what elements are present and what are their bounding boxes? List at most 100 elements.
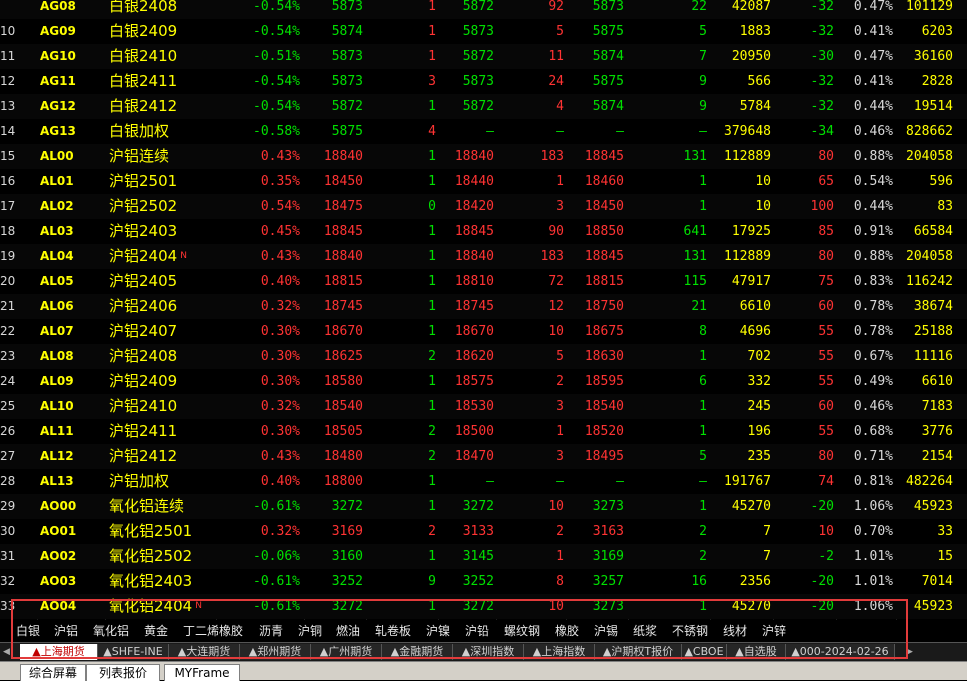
market-tab[interactable]: ▲金融期货 (382, 644, 453, 660)
sub-category-item[interactable]: 轧卷板 (375, 620, 411, 642)
sub-category-item[interactable]: 丁二烯橡胶 (183, 620, 243, 642)
quote-row[interactable]: 19 AL04 0.43% 18840 1 18840 183 18845 131 112889 8… (0, 244, 967, 269)
sub-category-item[interactable]: 白银 (16, 620, 40, 642)
quote-row[interactable]: 15 AL00 0.43% 18840 1 18840 183 18845 131 112889 8… (0, 144, 967, 169)
sub-category-item[interactable]: 线材 (723, 620, 747, 642)
contract-code: AL11 (40, 424, 74, 438)
ask-volume: 1 (699, 174, 707, 189)
change-percent: -0.61% (253, 499, 300, 514)
market-tab[interactable]: ▲SHFE-INE (98, 644, 169, 660)
quote-row[interactable]: 33 AO04 -0.61% 3272 1 3272 10 3273 1 45270 -20 1.06… (0, 594, 967, 619)
quote-row[interactable]: 10 AG09 -0.54% 5874 1 5873 5 5875 5 1883 -32 0.41% 6… (0, 19, 967, 44)
quote-row[interactable]: 22 AL07 0.30% 18670 1 18670 10 18675 8 4696 55 0.78… (0, 319, 967, 344)
quote-row[interactable]: 23 AL08 0.30% 18625 2 18620 5 18630 1 702 55 0.67% 1… (0, 344, 967, 369)
quote-row[interactable]: 24 AL09 0.30% 18580 1 18575 2 18595 6 332 55 0.49% 6… (0, 369, 967, 394)
contract-code: AL05 (40, 274, 74, 288)
bid-volume: 5 (556, 349, 564, 364)
ask-price: – (616, 124, 624, 139)
quote-row[interactable]: 26 AL11 0.30% 18505 2 18500 1 18520 1 196 55 0.68% 3… (0, 419, 967, 444)
sub-category-item[interactable]: 沥青 (259, 620, 283, 642)
market-tab[interactable]: ▲上海期货 (20, 644, 98, 660)
quote-row[interactable]: 28 AL13 0.40% 18800 1 – – – – 191767 74 0.81% 482264… (0, 469, 967, 494)
quote-row[interactable]: 30 AO01 0.32% 3169 2 3133 2 3163 2 7 10 0.70% 33 氧化铝2… (0, 519, 967, 544)
quote-row[interactable]: 20 AL05 0.40% 18815 1 18810 72 18815 115 47917 75 0… (0, 269, 967, 294)
bid-price: – (486, 124, 494, 139)
open-interest: 33 (937, 524, 953, 539)
contract-name-text: 氧化铝2404 (109, 597, 193, 615)
current-volume: 1 (428, 599, 436, 614)
scroll-right-icon[interactable]: ▶ (906, 644, 913, 660)
change-percent: 0.43% (260, 149, 300, 164)
quote-row[interactable]: 27 AL12 0.43% 18480 2 18470 3 18495 5 235 80 0.71% 2… (0, 444, 967, 469)
total-volume: 45270 (731, 599, 771, 614)
last-price: 18505 (323, 424, 363, 439)
last-price: 18840 (323, 249, 363, 264)
market-tab[interactable]: ▲郑州期货 (240, 644, 311, 660)
ask-volume: 641 (683, 224, 707, 239)
quote-row[interactable]: AG08 -0.54% 5873 1 5872 92 5873 22 42087 -32 0.47%… (0, 0, 967, 19)
main-contract-flag: N (195, 601, 202, 611)
open-interest: 3776 (921, 424, 953, 439)
market-tab[interactable]: ▲广州期货 (311, 644, 382, 660)
quote-row[interactable]: 31 AO02 -0.06% 3160 1 3145 1 3169 2 7 -2 1.01% 15 氧化铝… (0, 544, 967, 569)
change-percent: 0.30% (260, 374, 300, 389)
row-index: 14 (0, 124, 16, 138)
market-tab[interactable]: ▲CBOE (682, 644, 727, 660)
change-percent: 0.32% (260, 399, 300, 414)
quote-row[interactable]: 21 AL06 0.32% 18745 1 18745 12 18750 21 6610 60 0.7… (0, 294, 967, 319)
current-volume: 4 (428, 124, 436, 139)
total-volume: 5784 (739, 99, 771, 114)
open-interest: 2828 (921, 74, 953, 89)
quote-row[interactable]: 25 AL10 0.32% 18540 1 18530 3 18540 1 245 60 0.46% 7… (0, 394, 967, 419)
contract-name: 白银2408 (109, 0, 209, 19)
total-volume: 6610 (739, 299, 771, 314)
current-volume: 1 (428, 374, 436, 389)
quote-row[interactable]: 18 AL03 0.45% 18845 1 18845 90 18850 641 17925 85 0… (0, 219, 967, 244)
quote-row[interactable]: 29 AO00 -0.61% 3272 1 3272 10 3273 1 45270 -20 1.06… (0, 494, 967, 519)
market-tab[interactable]: ▲深圳指数 (453, 644, 524, 660)
open-interest: 83 (937, 199, 953, 214)
market-tab[interactable]: ▲沪期权T报价 (595, 644, 682, 660)
quote-row[interactable]: 11 AG10 -0.51% 5873 1 5872 11 5874 7 20950 -30 0.47… (0, 44, 967, 69)
last-price: 5873 (331, 0, 363, 14)
sub-category-item[interactable]: 沪镍 (426, 620, 450, 642)
scroll-left-icon[interactable]: ◀ (3, 644, 10, 660)
quote-row[interactable]: 14 AG13 -0.58% 5875 4 – – – – 379648 -34 0.46% 82866… (0, 119, 967, 144)
sub-category-item[interactable]: 橡胶 (555, 620, 579, 642)
sub-category-item[interactable]: 沪铝 (54, 620, 78, 642)
market-tab[interactable]: ▲上海指数 (524, 644, 595, 660)
sub-category-item[interactable]: 氧化铝 (93, 620, 129, 642)
sub-category-item[interactable]: 沪铜 (298, 620, 322, 642)
open-interest: 828662 (906, 124, 953, 139)
bid-volume: – (556, 474, 564, 489)
frame-tab[interactable]: 列表报价 (86, 664, 160, 681)
last-price: 5873 (331, 49, 363, 64)
open-interest: 596 (929, 174, 953, 189)
contract-code: AG11 (40, 74, 76, 88)
frame-tab[interactable]: MYFrame (164, 664, 240, 681)
sub-category-item[interactable]: 螺纹钢 (504, 620, 540, 642)
sub-category-item[interactable]: 不锈钢 (672, 620, 708, 642)
quote-row[interactable]: 16 AL01 0.35% 18450 1 18440 1 18460 1 10 65 0.54% 59… (0, 169, 967, 194)
sub-category-item[interactable]: 沪锌 (762, 620, 786, 642)
quote-row[interactable]: 32 AO03 -0.61% 3252 9 3252 8 3257 16 2356 -20 1.01%… (0, 569, 967, 594)
amplitude: 0.78% (853, 299, 893, 314)
bid-price: 18670 (454, 324, 494, 339)
sub-category-item[interactable]: 黄金 (144, 620, 168, 642)
market-tab[interactable]: ▲000-2024-02-26 (786, 644, 895, 660)
quote-row[interactable]: 12 AG11 -0.54% 5873 3 5873 24 5875 9 566 -32 0.41% 2… (0, 69, 967, 94)
amplitude: 0.54% (853, 174, 893, 189)
sub-category-item[interactable]: 沪锡 (594, 620, 618, 642)
market-tab[interactable]: ▲自选股 (727, 644, 786, 660)
current-volume: 1 (428, 174, 436, 189)
quote-row[interactable]: 17 AL02 0.54% 18475 0 18420 3 18450 1 10 100 0.44% 8… (0, 194, 967, 219)
sub-category-item[interactable]: 燃油 (336, 620, 360, 642)
sub-category-item[interactable]: 纸浆 (633, 620, 657, 642)
sub-category-item[interactable]: 沪铅 (465, 620, 489, 642)
quote-row[interactable]: 13 AG12 -0.54% 5872 1 5872 4 5874 9 5784 -32 0.44% 1… (0, 94, 967, 119)
contract-name-text: 沪铝2409 (109, 372, 178, 390)
frame-tab[interactable]: 综合屏幕 (20, 664, 86, 681)
market-tab[interactable]: ▲大连期货 (169, 644, 240, 660)
total-volume: 7 (763, 524, 771, 539)
current-volume: 1 (428, 549, 436, 564)
